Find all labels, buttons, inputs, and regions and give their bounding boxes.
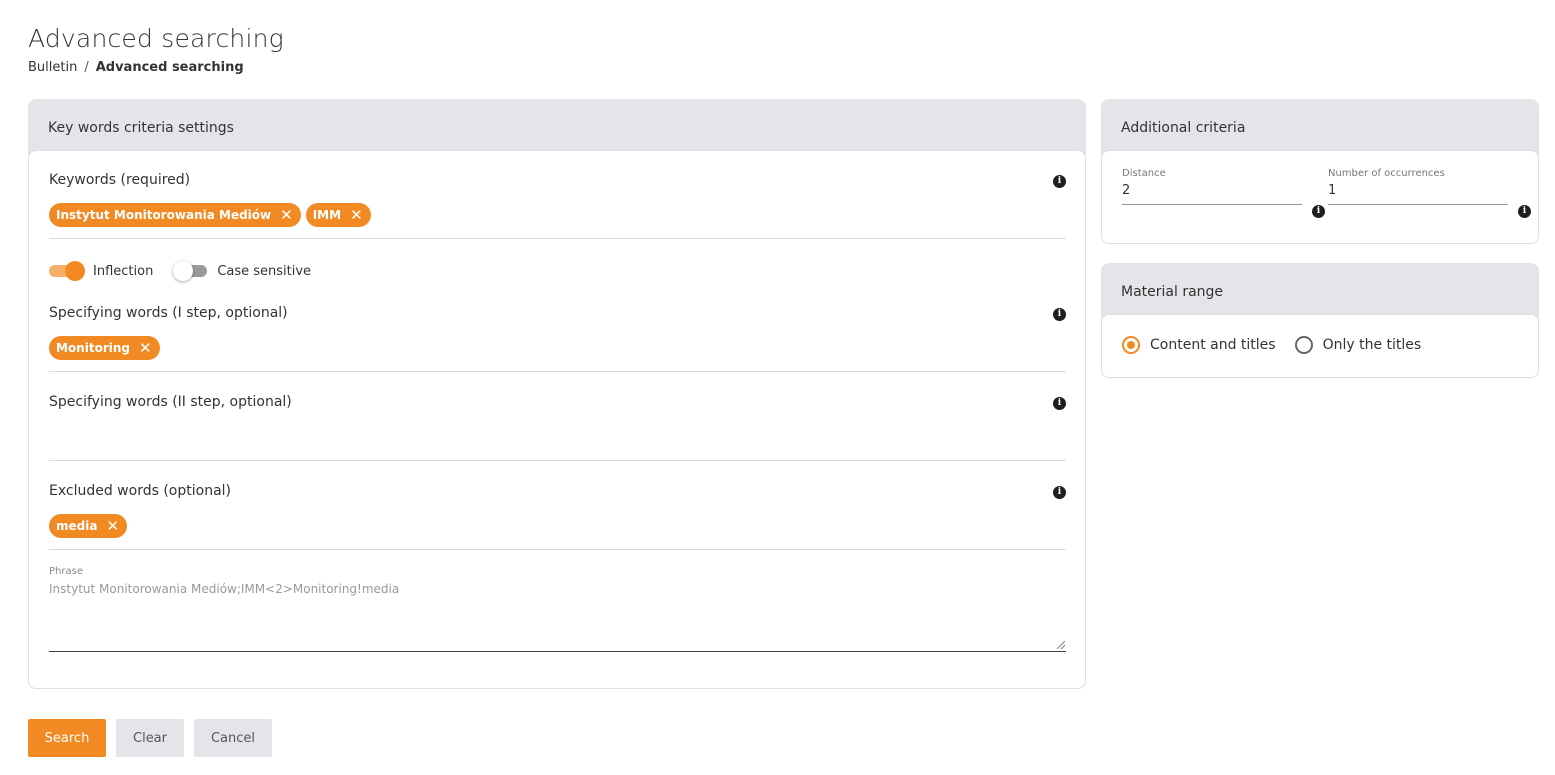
field-label: Keywords (required): [49, 172, 191, 188]
card-body: Distance 2 i Number of occurrences 1 i: [1101, 150, 1539, 244]
info-icon[interactable]: i: [1053, 175, 1066, 188]
keywords-criteria-card: Key words criteria settings Keywords (re…: [28, 99, 1086, 689]
distance-field: Distance 2 i: [1122, 168, 1325, 218]
close-icon[interactable]: ✕: [280, 207, 293, 223]
specifying-words-2-field[interactable]: Specifying words (II step, optional) i: [49, 394, 1066, 461]
radio-only-titles[interactable]: Only the titles: [1294, 336, 1422, 354]
occurrences-field: Number of occurrences 1 i: [1328, 168, 1531, 218]
chip-label: Monitoring: [56, 341, 130, 355]
card-body: Content and titles Only the titles: [1101, 314, 1539, 378]
radio-button[interactable]: [1122, 336, 1140, 354]
distance-label: Distance: [1122, 168, 1166, 179]
search-button[interactable]: Search: [28, 719, 106, 757]
chip-label: IMM: [312, 208, 342, 222]
phrase-textarea[interactable]: Phrase Instytut Monitorowania Mediów;IMM…: [49, 566, 1066, 652]
excluded-words-field[interactable]: Excluded words (optional) i media ✕: [49, 483, 1066, 550]
field-label: Excluded words (optional): [49, 483, 231, 499]
breadcrumb-current: Advanced searching: [95, 60, 244, 75]
occurrences-label: Number of occurrences: [1328, 168, 1445, 179]
keyword-chip: Monitoring ✕: [49, 336, 160, 360]
specifying-words-1-field[interactable]: Specifying words (I step, optional) i Mo…: [49, 305, 1066, 372]
info-icon[interactable]: i: [1312, 205, 1325, 218]
keyword-chip: media ✕: [49, 514, 128, 538]
close-icon[interactable]: ✕: [139, 340, 152, 356]
chip-list: Instytut Monitorowania Mediów ✕ IMM ✕: [49, 203, 371, 227]
breadcrumb-link-bulletin[interactable]: Bulletin: [28, 60, 77, 75]
radio-content-and-titles[interactable]: Content and titles: [1122, 336, 1276, 354]
card-header: Material range: [1121, 284, 1224, 300]
cancel-button[interactable]: Cancel: [194, 719, 272, 757]
radio-label: Only the titles: [1322, 337, 1422, 353]
inflection-label: Inflection: [93, 263, 154, 279]
inflection-toggle[interactable]: [49, 261, 85, 281]
radio-label: Content and titles: [1150, 337, 1276, 353]
info-icon[interactable]: i: [1053, 397, 1066, 410]
card-header: Key words criteria settings: [48, 120, 234, 136]
radio-button[interactable]: [1294, 336, 1313, 354]
occurrences-input[interactable]: 1: [1328, 183, 1508, 205]
phrase-value: Instytut Monitorowania Mediów;IMM<2>Moni…: [49, 582, 400, 596]
phrase-label: Phrase: [49, 566, 83, 577]
resize-handle[interactable]: [1057, 641, 1065, 649]
breadcrumb: Bulletin / Advanced searching: [28, 60, 244, 75]
close-icon[interactable]: ✕: [350, 207, 363, 223]
material-range-radio-group: Content and titles Only the titles: [1122, 336, 1440, 354]
toggle-group: Inflection Case sensitive: [49, 261, 311, 281]
chip-label: Instytut Monitorowania Mediów: [56, 208, 272, 222]
keyword-chip: Instytut Monitorowania Mediów ✕: [49, 203, 301, 227]
material-range-card: Material range Content and titles Only t…: [1101, 263, 1539, 378]
close-icon[interactable]: ✕: [106, 518, 119, 534]
page-title: Advanced searching: [28, 24, 284, 53]
chip-label: media: [56, 519, 98, 533]
keywords-field[interactable]: Keywords (required) i Instytut Monitorow…: [49, 172, 1066, 239]
clear-button[interactable]: Clear: [116, 719, 184, 757]
additional-criteria-card: Additional criteria Distance 2 i Number …: [1101, 99, 1539, 244]
chip-list: Monitoring ✕: [49, 336, 160, 360]
card-header: Additional criteria: [1121, 120, 1246, 136]
breadcrumb-separator: /: [84, 60, 89, 75]
case-sensitive-toggle[interactable]: [173, 261, 209, 281]
card-body: Keywords (required) i Instytut Monitorow…: [28, 150, 1086, 689]
field-label: Specifying words (II step, optional): [49, 394, 292, 410]
keyword-chip: IMM ✕: [305, 203, 371, 227]
info-icon[interactable]: i: [1518, 205, 1531, 218]
distance-input[interactable]: 2: [1122, 183, 1302, 205]
field-label: Specifying words (I step, optional): [49, 305, 288, 321]
info-icon[interactable]: i: [1053, 308, 1066, 321]
case-sensitive-label: Case sensitive: [217, 263, 312, 279]
info-icon[interactable]: i: [1053, 486, 1066, 499]
chip-list: media ✕: [49, 514, 128, 538]
